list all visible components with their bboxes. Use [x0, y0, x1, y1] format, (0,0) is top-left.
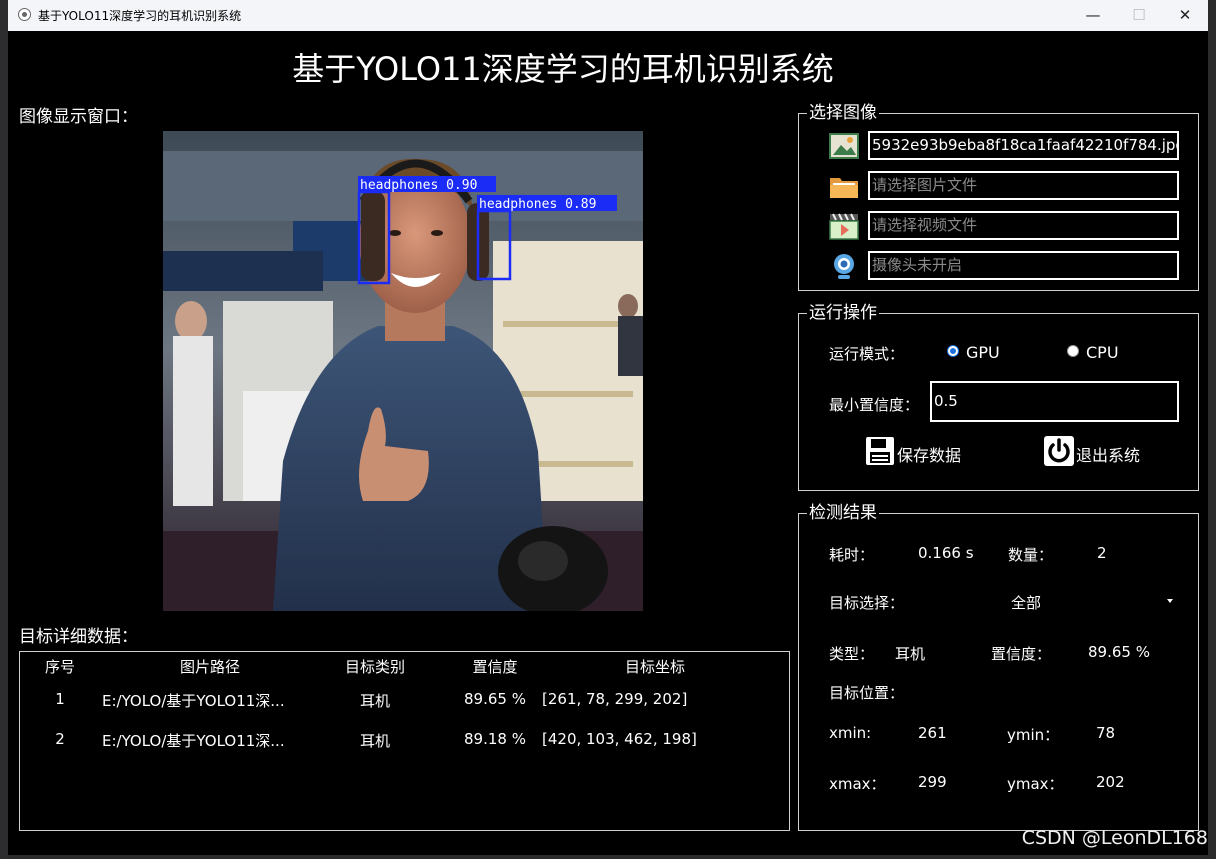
row-path: E:/YOLO/基于YOLO11深...	[102, 692, 285, 710]
chevron-down-icon	[1167, 599, 1173, 603]
count-value: 2	[1097, 544, 1107, 562]
bbox-label-1: headphones 0.90	[360, 178, 477, 193]
min-conf-label: 最小置信度：	[829, 396, 920, 414]
csdn-watermark: CSDN @LeonDL168	[1021, 827, 1208, 849]
cpu-label[interactable]: CPU	[1086, 343, 1119, 362]
position-label: 目标位置：	[829, 684, 905, 702]
target-select-dropdown[interactable]: 全部	[949, 584, 1179, 618]
save-icon	[865, 436, 895, 466]
row-coords: [261, 78, 299, 202]	[542, 690, 688, 708]
row-coords: [420, 103, 462, 198]	[542, 730, 697, 748]
close-button[interactable]: ✕	[1162, 0, 1208, 31]
image-file-field[interactable]: 请选择图片文件	[868, 171, 1179, 200]
gpu-radio[interactable]	[947, 345, 959, 357]
xmax-value: 299	[918, 773, 947, 791]
video-file-field[interactable]: 请选择视频文件	[868, 211, 1179, 240]
type-label: 类型：	[829, 645, 875, 663]
camera-status-field[interactable]: 摄像头未开启	[868, 251, 1179, 280]
select-image-group: 选择图像 5932e93b9eba8f18ca1faaf42210f784.jp…	[798, 103, 1199, 291]
cpu-radio[interactable]	[1067, 345, 1079, 357]
detection-table[interactable]: 序号 图片路径 目标类别 置信度 目标坐标 1 E:/YOLO/基于YOLO11…	[19, 651, 790, 831]
table-label: 目标详细数据：	[19, 627, 138, 647]
conf-value: 89.65 %	[1088, 643, 1150, 661]
select-image-title: 选择图像	[807, 103, 879, 123]
target-select-label: 目标选择：	[829, 594, 905, 612]
row-index: 1	[55, 690, 65, 708]
count-label: 数量：	[1008, 546, 1054, 564]
row-class: 耳机	[359, 732, 390, 750]
minimize-button[interactable]: —	[1070, 0, 1116, 31]
ymin-value: 78	[1096, 724, 1116, 742]
webcam-icon[interactable]	[829, 251, 859, 281]
ymax-value: 202	[1096, 773, 1125, 791]
conf-label: 置信度：	[991, 645, 1052, 663]
col-header-class: 目标类别	[344, 658, 405, 676]
target-select-value: 全部	[1011, 594, 1042, 612]
col-header-conf: 置信度	[472, 658, 518, 676]
ymin-label: ymin：	[1007, 726, 1060, 744]
detection-image: headphones 0.90 headphones 0.89	[163, 131, 643, 611]
app-title: 基于YOLO11深度学习的耳机识别系统	[292, 50, 834, 88]
video-icon[interactable]	[829, 211, 859, 241]
folder-icon[interactable]	[829, 171, 859, 201]
image-panel-label: 图像显示窗口：	[19, 107, 138, 127]
save-button-label: 保存数据	[897, 446, 962, 465]
gpu-label[interactable]: GPU	[966, 343, 1000, 362]
xmax-label: xmax：	[829, 775, 886, 793]
app-window: 基于YOLO11深度学习的耳机识别系统 — ☐ ✕ 基于YOLO11深度学习的耳…	[8, 0, 1208, 855]
row-conf: 89.18 %	[464, 730, 526, 748]
maximize-button[interactable]: ☐	[1116, 0, 1162, 31]
bbox-label-2: headphones 0.89	[479, 197, 596, 212]
run-ops-group: 运行操作 运行模式： GPU CPU 最小置信度： 0.5 保存数据 退出系统	[798, 303, 1199, 491]
ymax-label: ymax：	[1007, 775, 1064, 793]
xmin-label: xmin:	[829, 724, 872, 742]
image-icon[interactable]	[829, 131, 859, 161]
background-editor-strip	[0, 0, 8, 859]
xmin-value: 261	[918, 724, 947, 742]
time-label: 耗时：	[829, 546, 875, 564]
window-title: 基于YOLO11深度学习的耳机识别系统	[38, 9, 242, 23]
mode-label: 运行模式：	[829, 345, 905, 363]
col-header-index: 序号	[44, 658, 75, 676]
row-path: E:/YOLO/基于YOLO11深...	[102, 732, 285, 750]
exit-button-label: 退出系统	[1076, 446, 1141, 465]
results-group: 检测结果 耗时： 0.166 s 数量： 2 目标选择： 全部 类型： 耳机 置…	[798, 503, 1199, 831]
app-icon	[18, 8, 31, 21]
type-value: 耳机	[895, 645, 926, 663]
image-path-field[interactable]: 5932e93b9eba8f18ca1faaf42210f784.jpg	[868, 131, 1179, 160]
time-value: 0.166 s	[918, 544, 974, 562]
title-bar: 基于YOLO11深度学习的耳机识别系统 — ☐ ✕	[8, 0, 1208, 31]
power-icon	[1044, 436, 1074, 466]
run-ops-title: 运行操作	[807, 303, 879, 323]
row-conf: 89.65 %	[464, 690, 526, 708]
col-header-path: 图片路径	[179, 658, 240, 676]
row-class: 耳机	[359, 692, 390, 710]
min-conf-input[interactable]: 0.5	[930, 381, 1179, 422]
results-title: 检测结果	[807, 503, 879, 523]
row-index: 2	[55, 730, 65, 748]
col-header-coords: 目标坐标	[624, 658, 685, 676]
